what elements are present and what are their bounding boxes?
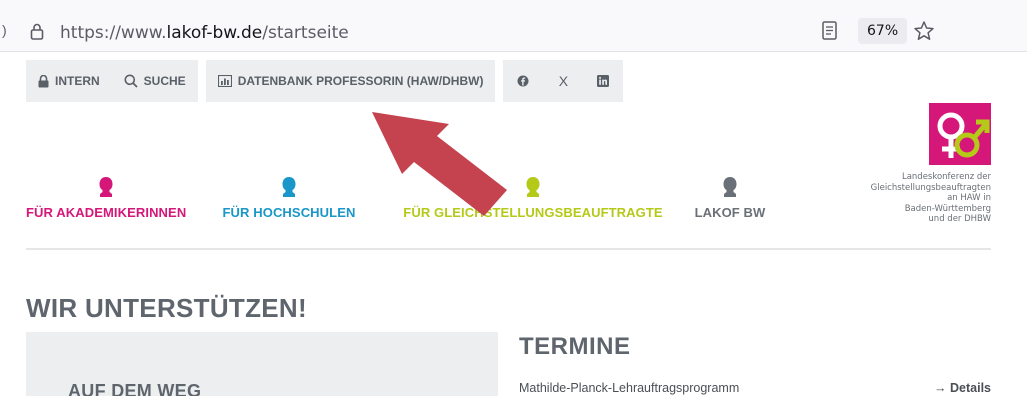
person-head-icon <box>99 177 113 197</box>
card-title: AUF DEM WEG <box>68 381 202 396</box>
url-path: /startseite <box>262 23 349 43</box>
nav-lakof-bw[interactable]: LAKOF BW <box>694 176 766 222</box>
datenbank-professorin-link[interactable]: DATENBANK PROFESSORIN (HAW/DHBW) <box>206 60 496 102</box>
person-head-icon <box>723 177 737 197</box>
address-field[interactable]: https://www.lakof-bw.de/startseite <box>60 23 349 43</box>
organization-subtitle: Landeskonferenz der Gleichstellungsbeauf… <box>871 172 991 225</box>
facebook-icon[interactable] <box>503 60 543 102</box>
intern-label: INTERN <box>55 74 100 88</box>
lakof-logo[interactable] <box>929 103 991 165</box>
linkedin-icon[interactable] <box>583 60 623 102</box>
lakof-logo-symbol <box>937 112 990 158</box>
cropped-toolbar-glyph: ) <box>2 22 7 38</box>
termine-heading: TERMINE <box>519 333 631 360</box>
feature-card[interactable]: AUF DEM WEG <box>26 332 498 396</box>
person-head-icon <box>282 177 296 197</box>
subtitle-line: an HAW in <box>947 193 991 203</box>
database-chart-icon <box>217 75 232 87</box>
site-top-toolbar: INTERN SUCHE DATENBANK PROFESSORIN (HAW/… <box>26 60 631 102</box>
search-link[interactable]: SUCHE <box>112 60 198 102</box>
lock-icon[interactable] <box>30 22 44 40</box>
search-icon <box>124 74 138 88</box>
database-group: DATENBANK PROFESSORIN (HAW/DHBW) <box>205 60 496 102</box>
nav-label: LAKOF BW <box>694 205 766 220</box>
event-title: Mathilde-Planck-Lehrauftragsprogramm <box>519 381 740 395</box>
section-heading: WIR UNTERSTÜTZEN! <box>26 293 307 323</box>
nav-fuer-akademikerinnen[interactable]: FÜR AKADEMIKERINNEN <box>26 176 186 222</box>
subtitle-line: Baden-Württemberg <box>904 203 991 214</box>
zoom-level-button[interactable]: 67% <box>858 18 908 44</box>
event-row: Mathilde-Planck-Lehrauftragsprogramm → D… <box>519 381 991 396</box>
lock-icon <box>38 74 49 87</box>
url-prefix: https://www. <box>60 23 167 43</box>
bookmark-star-icon[interactable] <box>913 20 935 42</box>
subtitle-line: Gleichstellungsbeauftragten <box>870 182 991 193</box>
nav-label: FÜR AKADEMIKERINNEN <box>26 205 187 220</box>
nav-divider <box>26 248 991 250</box>
nav-fuer-hochschulen[interactable]: FÜR HOCHSCHULEN <box>216 176 362 222</box>
search-label: SUCHE <box>143 74 186 88</box>
event-details-link[interactable]: → Details <box>934 381 991 395</box>
x-twitter-icon[interactable]: X <box>543 60 583 102</box>
person-head-icon <box>526 177 540 197</box>
subtitle-line: und der DHBW <box>928 214 991 224</box>
intern-link[interactable]: INTERN <box>26 60 112 102</box>
nav-label: FÜR GLEICHSTELLUNGSBEAUFTRAGTE <box>403 205 663 220</box>
subtitle-line: Landeskonferenz der <box>901 172 991 182</box>
social-links-group: X <box>503 60 624 102</box>
login-search-group: INTERN SUCHE <box>26 60 198 102</box>
reader-view-icon[interactable] <box>822 21 837 40</box>
browser-url-bar: ) https://www.lakof-bw.de/startseite 67% <box>0 0 1027 52</box>
datenbank-label: DATENBANK PROFESSORIN (HAW/DHBW) <box>237 74 484 88</box>
nav-label: FÜR HOCHSCHULEN <box>222 205 356 220</box>
nav-fuer-gleichstellungsbeauftragte[interactable]: FÜR GLEICHSTELLUNGSBEAUFTRAGTE <box>400 176 666 222</box>
url-domain: lakof-bw.de <box>166 23 263 43</box>
